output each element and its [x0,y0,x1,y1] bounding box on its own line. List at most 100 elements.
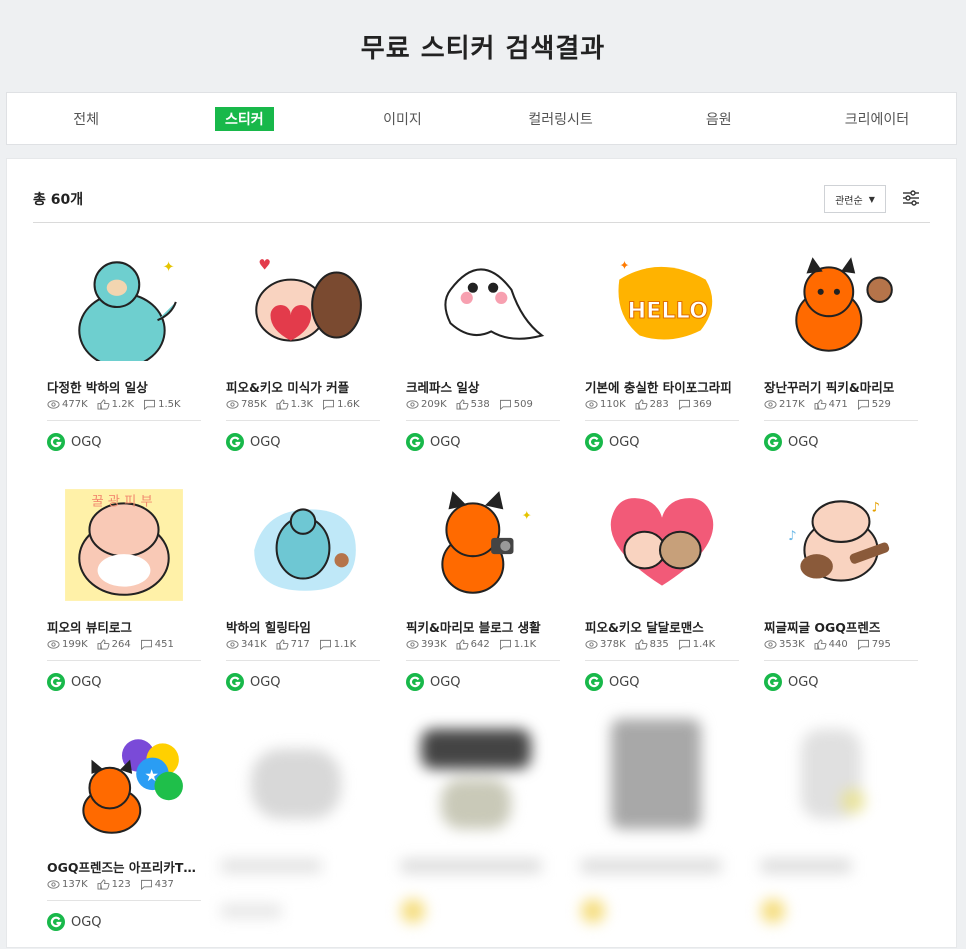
like-count-value: 123 [111,879,131,890]
sticker-title[interactable]: 기본에 충실한 타이포그라피 [585,377,739,396]
sticker-thumbnail[interactable] [420,249,546,361]
tab-label: 크리에이터 [844,111,910,128]
eye-icon [585,400,598,409]
view-count-value: 785K [241,399,267,410]
sticker-title[interactable]: 피오의 뷰티로그 [47,617,201,636]
sort-dropdown[interactable]: 관련순 ▼ [824,185,886,213]
author-link[interactable]: OGQ [47,913,102,931]
sticker-title[interactable]: 장난꾸러기 픽키&마리모 [764,377,918,396]
sticker-stats: 785K 1.3K 1.6K [226,399,360,410]
divider [47,420,201,421]
sticker-card[interactable]: 꿀 광 피 부피오의 뷰티로그 199K 264 451 OGQ [47,489,201,709]
author-link[interactable]: OGQ [406,673,461,691]
sticker-card[interactable]: 박하의 힐링타임 341K 717 1.1K OGQ [226,489,380,709]
sticker-thumbnail[interactable]: HELLO ✦ [599,249,725,361]
comment-count: 451 [140,639,174,650]
sticker-card[interactable]: 피오&키오 달달로맨스 378K 835 1.4K OGQ [585,489,739,709]
sticker-card[interactable]: ♥ 피오&키오 미식가 커플 785K 1.3K 1.6K OGQ [226,249,380,469]
sticker-card[interactable]: 장난꾸러기 픽키&마리모 217K 471 529 OGQ [764,249,918,469]
sticker-thumbnail[interactable]: ♪♪ [778,489,904,601]
sticker-thumbnail[interactable]: ♥ [240,249,366,361]
author-link[interactable]: OGQ [585,433,640,451]
sticker-card[interactable]: ✦ 다정한 박하의 일상 477K 1.2K 1.5K OGQ [47,249,201,469]
sticker-card[interactable]: ★ OGQ프렌즈는 아프리카TV에서 137K 123 437 OGQ [47,729,201,949]
results-header: 총 60개 관련순 ▼ [33,179,930,223]
sticker-title[interactable]: 크레파스 일상 [406,377,560,396]
ogq-logo-icon [764,433,782,451]
view-count: 137K [47,879,88,890]
thumbs-up-icon [276,639,289,650]
sticker-title[interactable]: 박하의 힐링타임 [226,617,380,636]
sticker-card[interactable]: 크레파스 일상 209K 538 509 OGQ [406,249,560,469]
divider [764,660,918,661]
category-tabs: 전체 스티커 이미지 컬러링시트 음원 크리에이터 [6,92,957,145]
comment-count-value: 437 [154,879,174,890]
comment-icon [857,399,869,410]
comment-count-value: 529 [871,399,891,410]
ogq-logo-icon [226,673,244,691]
author-link[interactable]: OGQ [47,673,102,691]
sticker-thumbnail[interactable] [240,489,366,601]
svg-text:꿀 광 피 부: 꿀 광 피 부 [91,493,152,509]
like-count: 1.3K [276,399,313,410]
comment-count-value: 1.1K [513,639,537,650]
author-name: OGQ [250,674,281,690]
author-link[interactable]: OGQ [406,433,461,451]
filter-settings-icon[interactable] [902,189,920,207]
tab-coloring-sheet[interactable]: 컬러링시트 [482,107,640,131]
sticker-stats: 217K 471 529 [764,399,891,410]
comment-icon [857,639,869,650]
author-link[interactable]: OGQ [764,433,819,451]
sticker-stats: 199K 264 451 [47,639,174,650]
comment-count: 509 [499,399,533,410]
sticker-thumbnail[interactable]: ★ [61,729,187,841]
tab-all[interactable]: 전체 [7,107,165,131]
sticker-thumbnail[interactable]: ✦ [61,249,187,361]
ogq-logo-icon [47,673,65,691]
sticker-title[interactable]: OGQ프렌즈는 아프리카TV에서 [47,857,201,876]
sticker-title[interactable]: 다정한 박하의 일상 [47,377,201,396]
author-link[interactable]: OGQ [47,433,102,451]
sticker-card[interactable]: ✦ 픽키&마리모 블로그 생활 393K 642 1.1K OGQ [406,489,560,709]
view-count: 217K [764,399,805,410]
total-count: 총 60개 [33,192,84,208]
sticker-title[interactable]: 피오&키오 미식가 커플 [226,377,380,396]
ogq-logo-icon [406,433,424,451]
comment-icon [678,639,690,650]
sticker-thumbnail[interactable] [599,489,725,601]
sticker-title[interactable]: 피오&키오 달달로맨스 [585,617,739,636]
sticker-card[interactable]: ♪ ♪ 찌글찌글 OGQ프렌즈 353K 440 795 OGQ [764,489,918,709]
view-count: 341K [226,639,267,650]
tab-music[interactable]: 음원 [640,107,798,131]
sticker-thumbnail[interactable]: 꿀 광 피 부 [61,489,187,601]
like-count-value: 440 [828,639,848,650]
thumbs-up-icon [814,399,827,410]
thumbs-up-icon [456,399,469,410]
svg-text:★: ★ [144,766,159,785]
sticker-card[interactable]: HELLO ✦ 기본에 충실한 타이포그라피 110K 283 369 OGQ [585,249,739,469]
comment-count-value: 369 [692,399,712,410]
eye-icon [47,640,60,649]
tab-sticker[interactable]: 스티커 [165,106,323,131]
sticker-thumbnail[interactable] [778,249,904,361]
like-count-value: 835 [649,639,669,650]
divider [764,420,918,421]
ogq-logo-icon [585,673,603,691]
view-count-value: 199K [62,639,88,650]
thumbs-up-icon [635,399,648,410]
sticker-title[interactable]: 픽키&마리모 블로그 생활 [406,617,560,636]
view-count-value: 209K [421,399,447,410]
sticker-title[interactable]: 찌글찌글 OGQ프렌즈 [764,617,918,636]
sticker-thumbnail[interactable]: ✦ [420,489,546,601]
author-link[interactable]: OGQ [226,433,281,451]
tab-image[interactable]: 이미지 [323,107,481,131]
author-link[interactable]: OGQ [226,673,281,691]
comment-icon [499,399,511,410]
like-count: 717 [276,639,310,650]
tab-creator[interactable]: 크리에이터 [798,107,956,131]
divider [47,900,201,901]
author-link[interactable]: OGQ [585,673,640,691]
comment-count: 1.1K [499,639,536,650]
author-link[interactable]: OGQ [764,673,819,691]
view-count-value: 477K [62,399,88,410]
